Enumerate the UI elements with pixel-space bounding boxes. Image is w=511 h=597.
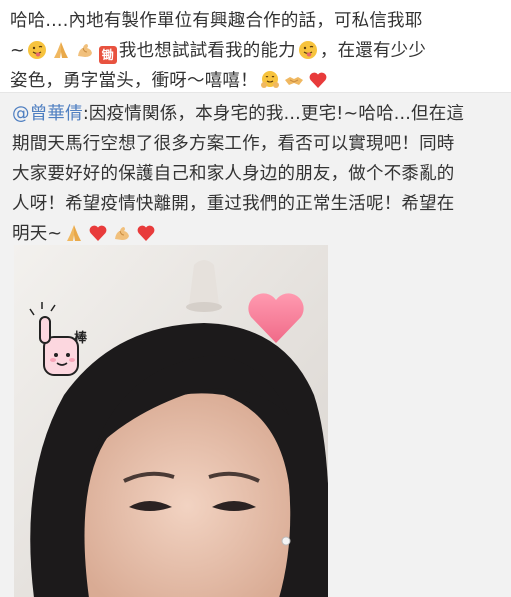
post-line-1: 哈哈....內地有製作單位有興趣合作的話，可私信我耶	[10, 11, 423, 31]
post-line-2-end: 我也想試試看我的能力	[118, 41, 296, 61]
repost-line-5-text: 明天~	[12, 224, 63, 244]
tongue-face-icon	[27, 40, 47, 60]
thumbs-up-sticker-label: 棒	[74, 331, 88, 346]
post-line-2-tail: ，在還有少少	[319, 41, 427, 61]
pray-icon	[51, 40, 71, 60]
repost-line-3: 大家要好好的保護自己和家人身边的朋友，做个不黍亂的	[12, 164, 455, 184]
post-line-2-start: ~	[10, 41, 25, 61]
repost-body: @曾華倩:因疫情関係，本身宅的我...更宅!~哈哈...但在這 期間天馬行空想了…	[12, 99, 504, 249]
repost-line-1-text: :因疫情関係，本身宅的我...更宅!~哈哈...但在這	[82, 104, 465, 124]
repost-line-1: @曾華倩:因疫情関係，本身宅的我...更宅!~哈哈...但在這	[12, 99, 504, 129]
heart-icon	[308, 70, 328, 90]
heart-icon-3	[136, 223, 156, 243]
tongue-face-icon-2	[298, 40, 318, 60]
author-mention-link[interactable]: @曾華倩	[12, 104, 83, 124]
hug-face-icon	[260, 70, 280, 90]
heart-icon-2	[88, 223, 108, 243]
handshake-icon	[284, 70, 304, 90]
post-line-3-text: 姿色，勇字當头，衝呀～嘻嘻！	[10, 71, 258, 91]
muscle-icon-2	[112, 223, 132, 243]
selfie-photo[interactable]: 棒	[14, 245, 328, 597]
repost-card[interactable]: @曾華倩:因疫情関係，本身宅的我...更宅!~哈哈...但在這 期間天馬行空想了…	[0, 92, 511, 597]
pray-icon-2	[64, 223, 84, 243]
link-badge-icon[interactable]: 锄	[98, 46, 117, 64]
post-body: 哈哈....內地有製作單位有興趣合作的話，可私信我耶 ~ 锄我也想試試看我的能力 ，…	[10, 6, 502, 96]
post-line-2: ~ 锄我也想試試看我的能力 ，在還有少少	[10, 36, 502, 66]
repost-line-4: 人呀！希望疫情快離開，重过我們的正常生活呢！希望在	[12, 194, 455, 214]
repost-line-2: 期間天馬行空想了很多方案工作，看否可以實現吧！同時	[12, 134, 455, 154]
muscle-icon	[75, 40, 95, 60]
